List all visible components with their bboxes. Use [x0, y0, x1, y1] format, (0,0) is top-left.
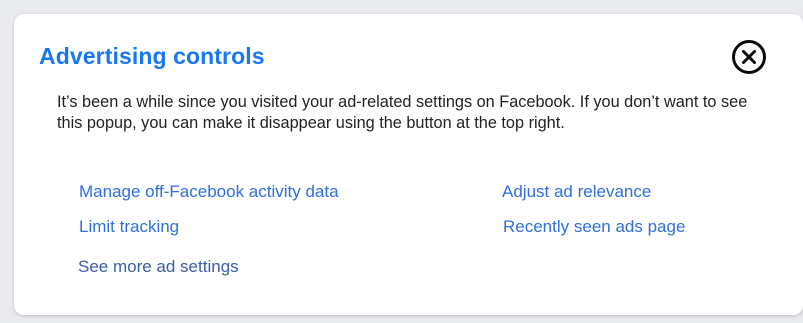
see-more-ad-settings-link[interactable]: See more ad settings [78, 257, 239, 277]
dialog-description: It’s been a while since you visited your… [57, 93, 748, 132]
limit-tracking-link[interactable]: Limit tracking [79, 217, 179, 237]
close-button[interactable] [732, 40, 766, 74]
recently-seen-ads-link[interactable]: Recently seen ads page [503, 217, 685, 237]
advertising-controls-dialog: Advertising controls It’s been a while s… [14, 14, 803, 315]
adjust-ad-relevance-link[interactable]: Adjust ad relevance [502, 182, 651, 202]
dialog-title: Advertising controls [39, 43, 265, 69]
manage-off-facebook-activity-link[interactable]: Manage off-Facebook activity data [79, 182, 339, 202]
close-icon [742, 50, 756, 64]
